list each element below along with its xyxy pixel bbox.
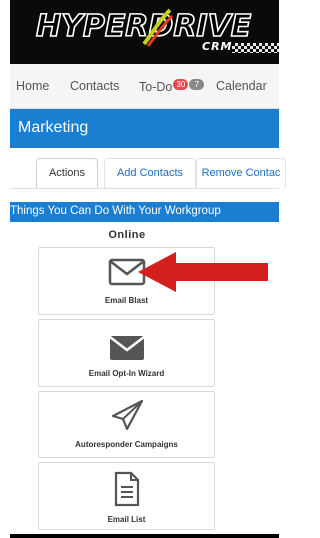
- main-nav: Home Contacts To-Do 30 7 Calendar: [10, 64, 279, 109]
- section-header: Marketing: [10, 109, 279, 148]
- email-optin-wizard-card[interactable]: Email Opt-In Wizard: [38, 319, 215, 387]
- card-label: Email Blast: [104, 296, 149, 305]
- frame-bottom-border: [10, 534, 279, 538]
- email-list-card[interactable]: Email List: [38, 462, 215, 530]
- envelope-filled-icon: [39, 334, 214, 367]
- tabs-row: Actions Add Contacts Remove Contac: [10, 148, 286, 188]
- autoresponder-campaigns-card[interactable]: Autoresponder Campaigns: [38, 391, 215, 458]
- nav-todo[interactable]: To-Do 30 7: [139, 79, 205, 94]
- logo-header: HYPERDRIVE CRM: [10, 0, 279, 64]
- nav-home[interactable]: Home: [16, 79, 49, 93]
- app-frame: HYPERDRIVE CRM Home Contacts To-Do 30 7 Ca…: [10, 0, 286, 538]
- card-label: Autoresponder Campaigns: [75, 440, 178, 449]
- tab-actions[interactable]: Actions: [36, 158, 98, 188]
- nav-calendar[interactable]: Calendar: [216, 79, 267, 93]
- document-icon: [39, 471, 214, 512]
- logo-swoosh-icon: [142, 8, 174, 47]
- card-label: Email Opt-In Wizard: [88, 369, 165, 378]
- checkered-flag-icon: [232, 43, 279, 53]
- online-label: Online: [108, 229, 146, 241]
- page-title: Marketing: [18, 119, 89, 136]
- tab-remove-contacts[interactable]: Remove Contac: [196, 158, 286, 188]
- paper-plane-icon: [39, 398, 214, 437]
- card-label: Email List: [107, 515, 146, 524]
- nav-contacts[interactable]: Contacts: [70, 79, 119, 93]
- workgroup-heading: Things You Can Do With Your Workgroup: [10, 205, 221, 217]
- tabs-divider: [10, 188, 279, 189]
- annotation-arrow-icon: [138, 252, 268, 292]
- todo-count-badge: 30: [173, 79, 189, 90]
- nav-todo-label: To-Do: [139, 80, 173, 94]
- tab-add-contacts[interactable]: Add Contacts: [104, 158, 196, 188]
- brand-logo-sub: CRM: [202, 40, 233, 53]
- todo-secondary-badge: 7: [189, 79, 205, 90]
- workgroup-bar: Things You Can Do With Your Workgroup: [10, 202, 279, 222]
